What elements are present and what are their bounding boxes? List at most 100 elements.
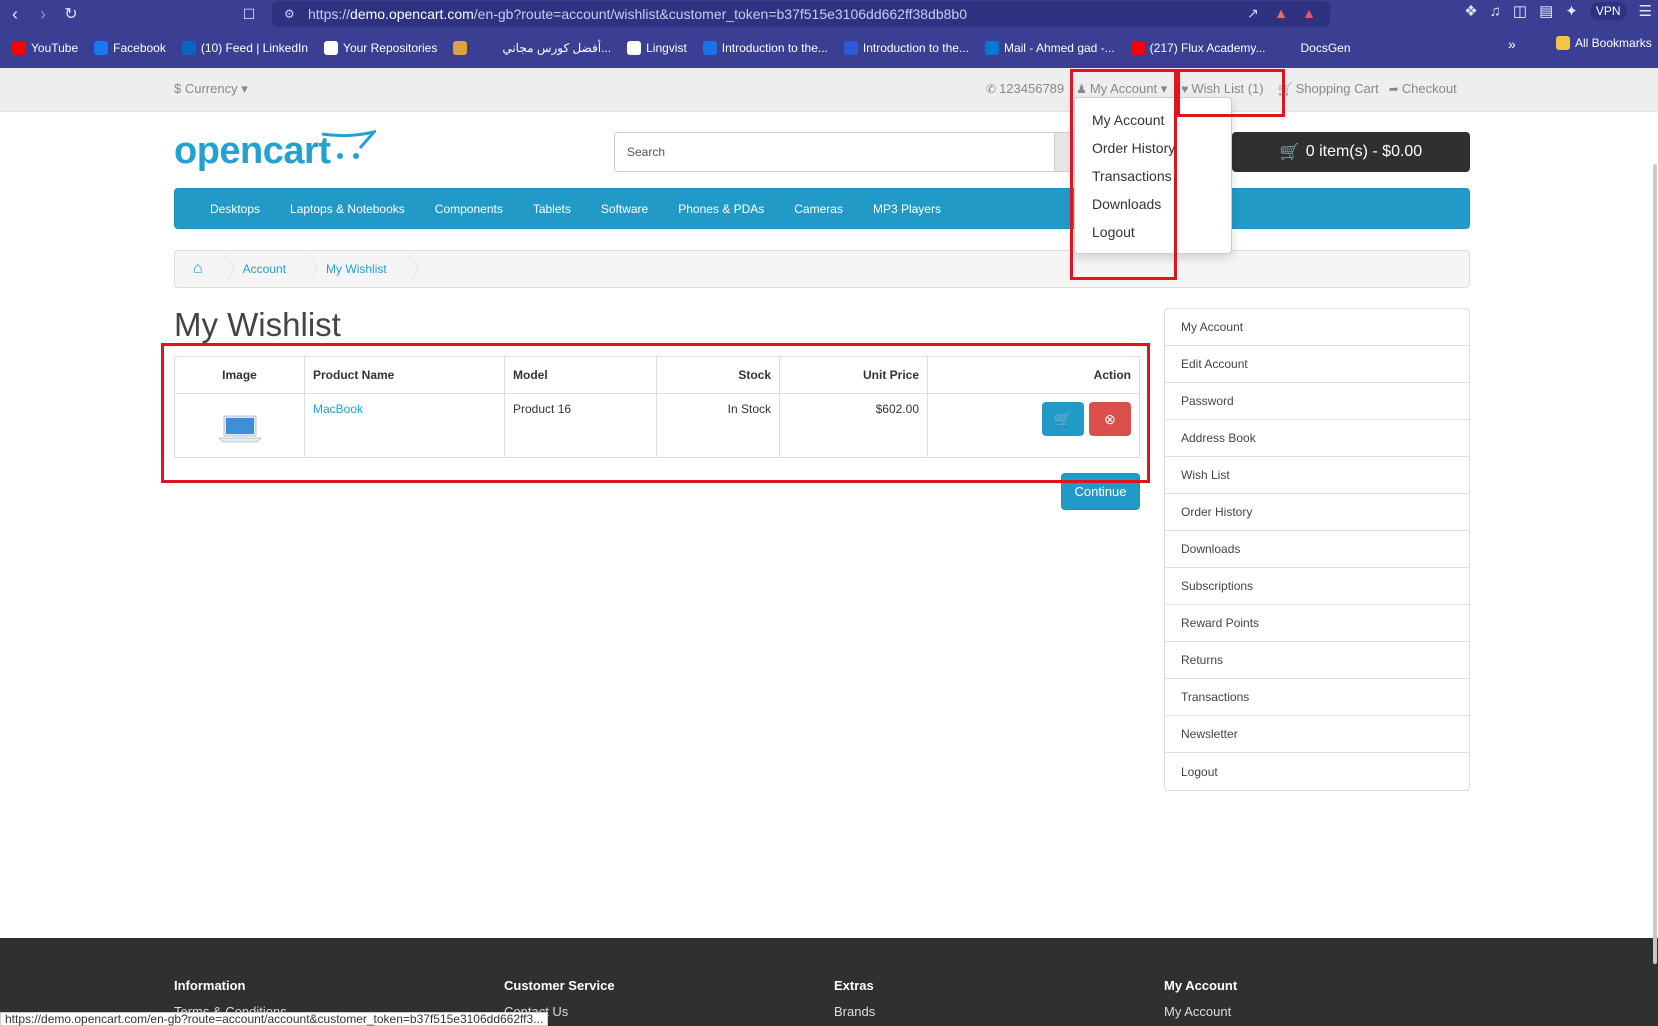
- menu-item[interactable]: MP3 Players: [858, 202, 956, 216]
- rewards-icon[interactable]: ▲: [1300, 5, 1318, 23]
- breadcrumb-home-icon[interactable]: ⌂: [175, 251, 235, 287]
- bookmark-label: (217) Flux Academy...: [1149, 41, 1266, 55]
- menu-item[interactable]: Cameras: [779, 202, 858, 216]
- bookmark-favicon-icon: [94, 41, 109, 55]
- share-icon[interactable]: ↗: [1244, 5, 1262, 23]
- search-input[interactable]: Search: [614, 132, 1056, 172]
- all-bookmarks-label: All Bookmarks: [1575, 36, 1652, 50]
- cart-total: 0 item(s) - $0.00: [1305, 143, 1423, 160]
- currency-label: $ Currency: [174, 81, 238, 96]
- menu-item[interactable]: Desktops: [195, 202, 275, 216]
- bookmark-item[interactable]: (217) Flux Academy...: [1123, 41, 1274, 55]
- bookmark-item[interactable]: Introduction to the...: [695, 41, 836, 55]
- bookmark-label: Your Repositories: [343, 41, 438, 55]
- sidebar-item[interactable]: Subscriptions: [1165, 568, 1469, 605]
- url-bar[interactable]: ⚙ https://demo.opencart.com/en-gb?route=…: [272, 1, 1330, 27]
- bookmark-item[interactable]: DocsGen: [1274, 41, 1359, 55]
- scrollbar-thumb[interactable]: [1653, 164, 1657, 964]
- footer-heading-my-account: My Account: [1164, 978, 1238, 993]
- shopping-cart-link[interactable]: 🛒 Shopping Cart: [1278, 81, 1379, 97]
- bookmark-label: Lingvist: [646, 41, 687, 55]
- bookmark-label: Introduction to the...: [862, 41, 969, 55]
- bookmark-item[interactable]: أفضل كورس مجاني...: [475, 41, 619, 55]
- currency-dropdown[interactable]: $ Currency ▾: [174, 81, 248, 97]
- bookmark-item[interactable]: (10) Feed | LinkedIn: [174, 41, 316, 55]
- vpn-button[interactable]: VPN: [1589, 2, 1627, 20]
- menu-item[interactable]: Phones & PDAs: [663, 202, 779, 216]
- sidebar-item[interactable]: Wish List: [1165, 457, 1469, 494]
- folder-icon: [1556, 36, 1570, 50]
- status-bar-url: https://demo.opencart.com/en-gb?route=ac…: [0, 1012, 549, 1026]
- sidebar-item[interactable]: Edit Account: [1165, 346, 1469, 383]
- breadcrumb-item[interactable]: My Wishlist: [306, 251, 419, 287]
- bookmark-favicon-icon: [453, 41, 468, 55]
- caret-down-icon: ▾: [241, 81, 248, 96]
- breadcrumb-item[interactable]: Account: [223, 251, 319, 287]
- phone-number: 123456789: [999, 81, 1065, 96]
- reload-icon[interactable]: ↻: [58, 1, 84, 27]
- sidebar-item[interactable]: Downloads: [1165, 531, 1469, 568]
- bookmark-item[interactable]: Mail - Ahmed gad -...: [977, 41, 1123, 55]
- footer-heading-extras: Extras: [834, 978, 874, 993]
- highlight-my-account: [1070, 69, 1177, 280]
- sidebar-item[interactable]: Order History: [1165, 494, 1469, 531]
- sidebar-item[interactable]: Logout: [1165, 753, 1469, 790]
- forward-icon[interactable]: ›: [30, 1, 56, 27]
- leo-ai-icon[interactable]: ✦: [1565, 2, 1578, 20]
- bookmark-item[interactable]: [445, 41, 475, 55]
- sidebar-item[interactable]: Address Book: [1165, 420, 1469, 457]
- bookmarks-more-icon[interactable]: »: [1508, 36, 1516, 52]
- sidebar-item[interactable]: Password: [1165, 383, 1469, 420]
- bookmark-favicon-icon: [1130, 41, 1145, 55]
- bookmark-icon[interactable]: ☐: [236, 1, 262, 27]
- brave-shield-icon[interactable]: ▲: [1272, 5, 1290, 23]
- sidebar-item[interactable]: Reward Points: [1165, 605, 1469, 642]
- store-logo[interactable]: opencart: [174, 130, 331, 173]
- bookmark-favicon-icon: [1281, 41, 1296, 55]
- bookmark-item[interactable]: Facebook: [86, 41, 174, 55]
- menu-item[interactable]: Software: [586, 202, 663, 216]
- bookmark-favicon-icon: [483, 41, 498, 55]
- share-arrow-icon: ➦: [1388, 82, 1399, 96]
- back-icon[interactable]: ‹: [2, 1, 28, 27]
- account-sidebar: My Account Edit Account Password Address Bo…: [1164, 308, 1470, 791]
- bookmark-favicon-icon: [627, 41, 642, 55]
- bookmark-item[interactable]: Introduction to the...: [836, 41, 977, 55]
- url-path: /en-gb?route=account/wishlist&customer_t…: [473, 6, 967, 22]
- checkout-link[interactable]: ➦ Checkout: [1389, 81, 1457, 97]
- bookmark-item[interactable]: Lingvist: [619, 41, 695, 55]
- bookmark-label: Facebook: [113, 41, 166, 55]
- phone-link[interactable]: ✆ 123456789: [986, 81, 1064, 97]
- sidebar-item[interactable]: Returns: [1165, 642, 1469, 679]
- footer-link-my-account[interactable]: My Account: [1164, 1004, 1231, 1019]
- menu-item[interactable]: Laptops & Notebooks: [275, 202, 420, 216]
- bookmark-favicon-icon: [843, 41, 858, 55]
- menu-icon[interactable]: ☰: [1639, 2, 1652, 20]
- footer-heading-information: Information: [174, 978, 246, 993]
- footer-link-brands[interactable]: Brands: [834, 1004, 875, 1019]
- browser-right-tools: ❖ ♫ ◫ ▤ ✦ VPN ☰: [1464, 2, 1652, 20]
- bookmark-item[interactable]: Your Repositories: [316, 41, 445, 55]
- highlight-wish-list: [1177, 69, 1285, 117]
- all-bookmarks[interactable]: All Bookmarks: [1556, 36, 1652, 50]
- sidebar-item[interactable]: My Account: [1165, 309, 1469, 346]
- search-placeholder: Search: [627, 145, 666, 159]
- bookmark-label: أفضل كورس مجاني...: [502, 41, 612, 55]
- extensions-icon[interactable]: ❖: [1464, 2, 1477, 20]
- bookmark-item[interactable]: YouTube: [4, 41, 86, 55]
- site-settings-icon[interactable]: ⚙: [284, 7, 298, 21]
- bookmark-favicon-icon: [12, 41, 26, 55]
- breadcrumb: ⌂ Account My Wishlist: [174, 250, 1470, 288]
- menu-item[interactable]: Components: [420, 202, 518, 216]
- browser-chrome: ‹ › ↻ ☐ ⚙ https://demo.opencart.com/en-g…: [0, 0, 1658, 68]
- sidebar-item[interactable]: Newsletter: [1165, 716, 1469, 753]
- wallet-icon[interactable]: ▤: [1539, 2, 1553, 20]
- sidebar-icon[interactable]: ◫: [1513, 2, 1527, 20]
- sidebar-item[interactable]: Transactions: [1165, 679, 1469, 716]
- page-scrollbar[interactable]: [1650, 78, 1658, 964]
- bookmark-favicon-icon: [702, 41, 717, 55]
- menu-item[interactable]: Tablets: [518, 202, 586, 216]
- cart-button[interactable]: 🛒 0 item(s) - $0.00: [1232, 132, 1470, 172]
- footer-heading-customer-service: Customer Service: [504, 978, 615, 993]
- media-icon[interactable]: ♫: [1490, 3, 1501, 20]
